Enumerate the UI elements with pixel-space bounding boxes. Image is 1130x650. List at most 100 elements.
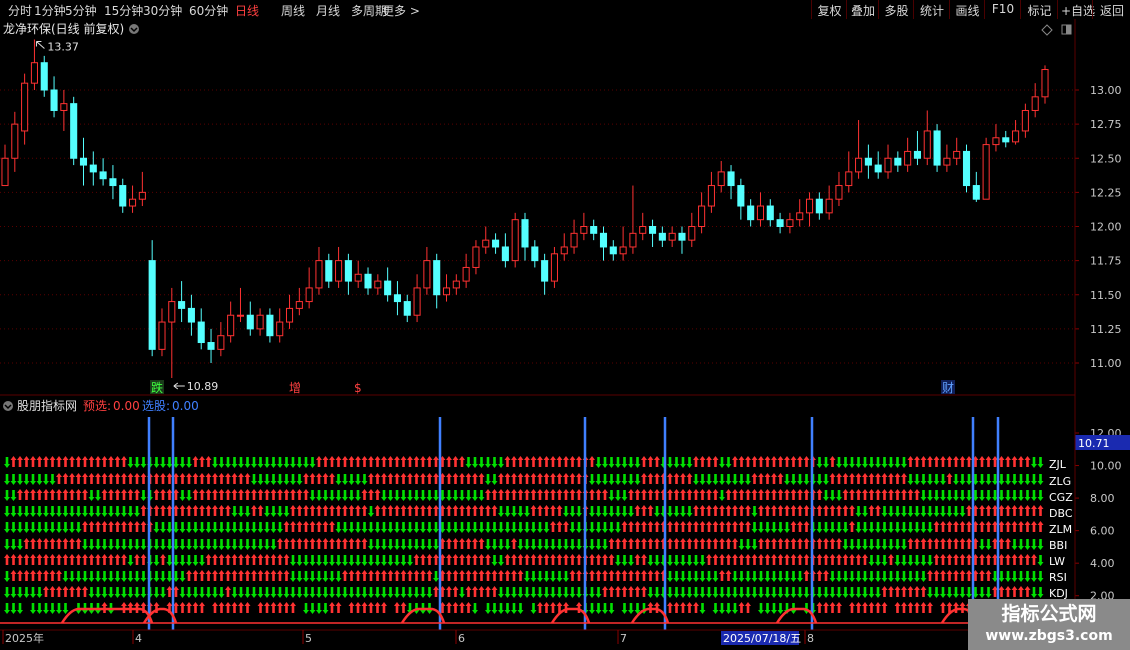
candle-body[interactable]: [384, 280, 392, 296]
candle-body[interactable]: [393, 294, 401, 303]
candle-body[interactable]: [972, 185, 980, 200]
candle-body[interactable]: [541, 260, 549, 282]
candle-body[interactable]: [835, 185, 843, 200]
candle-body[interactable]: [50, 89, 58, 111]
period-tab-8[interactable]: 月线: [316, 2, 340, 19]
candle-body[interactable]: [344, 260, 352, 282]
toolbar-action-0[interactable]: 复权: [815, 2, 844, 19]
candle-body[interactable]: [354, 273, 362, 282]
candle-body[interactable]: [776, 219, 784, 228]
candle-body[interactable]: [590, 226, 598, 234]
candle-body[interactable]: [580, 226, 588, 234]
candle-body[interactable]: [364, 273, 372, 289]
candle-body[interactable]: [119, 185, 127, 207]
candle-body[interactable]: [1041, 69, 1049, 98]
candle-body[interactable]: [845, 171, 853, 187]
candle-body[interactable]: [599, 232, 608, 248]
event-marker[interactable]: $: [354, 381, 362, 395]
candle-body[interactable]: [884, 157, 892, 173]
toolbar-action-1[interactable]: 叠加: [850, 2, 876, 19]
candle-body[interactable]: [325, 260, 333, 282]
candle-body[interactable]: [40, 62, 48, 91]
toolbar-action-5[interactable]: F10: [988, 2, 1018, 16]
candle-body[interactable]: [442, 287, 451, 296]
candle-body[interactable]: [89, 164, 97, 173]
candle-body[interactable]: [295, 301, 303, 309]
candle-body[interactable]: [668, 232, 676, 241]
candle-body[interactable]: [158, 321, 166, 350]
candle-body[interactable]: [335, 260, 343, 282]
candle-body[interactable]: [403, 301, 411, 316]
candle-body[interactable]: [982, 144, 990, 200]
candle-body[interactable]: [433, 260, 441, 296]
candle-body[interactable]: [30, 62, 38, 84]
candle-body[interactable]: [805, 198, 814, 214]
candle-body[interactable]: [21, 82, 29, 132]
candle-body[interactable]: [962, 150, 971, 187]
candle-body[interactable]: [138, 191, 146, 200]
period-tab-5[interactable]: 60分钟: [189, 2, 228, 19]
candle-body[interactable]: [786, 219, 794, 228]
period-tab-3[interactable]: 15分钟: [104, 2, 143, 19]
candle-body[interactable]: [639, 226, 647, 234]
candle-body[interactable]: [217, 335, 225, 350]
candle-body[interactable]: [1012, 130, 1020, 143]
candle-body[interactable]: [698, 205, 706, 227]
candle-body[interactable]: [678, 232, 686, 241]
toolbar-action-3[interactable]: 统计: [917, 2, 947, 19]
period-tab-7[interactable]: 周线: [281, 2, 305, 19]
toolbar-action-8[interactable]: 返回: [1096, 2, 1128, 19]
candle-body[interactable]: [462, 266, 470, 282]
candle-body[interactable]: [521, 219, 529, 248]
candle-body[interactable]: [99, 171, 107, 180]
candle-body[interactable]: [570, 232, 578, 248]
period-tab-10[interactable]: 更多 >: [382, 2, 420, 19]
toolbar-action-4[interactable]: 画线: [953, 2, 982, 19]
candle-body[interactable]: [79, 157, 88, 166]
candle-body[interactable]: [943, 157, 951, 166]
candle-body[interactable]: [904, 150, 912, 166]
candle-body[interactable]: [501, 246, 509, 262]
candle-body[interactable]: [717, 171, 725, 187]
candle-body[interactable]: [197, 321, 205, 344]
candle-body[interactable]: [953, 150, 961, 159]
period-tab-4[interactable]: 30分钟: [143, 2, 182, 19]
candle-body[interactable]: [756, 205, 765, 221]
candle-body[interactable]: [796, 212, 804, 221]
candle-body[interactable]: [315, 260, 323, 289]
candle-body[interactable]: [815, 198, 823, 214]
candle-body[interactable]: [894, 157, 902, 166]
event-marker[interactable]: 跌: [151, 380, 163, 395]
event-marker[interactable]: 财: [942, 381, 954, 395]
candle-body[interactable]: [187, 307, 195, 323]
candle-body[interactable]: [129, 198, 137, 207]
candle-body[interactable]: [1002, 137, 1010, 143]
candle-body[interactable]: [649, 226, 657, 234]
candle-body[interactable]: [727, 171, 735, 187]
candle-body[interactable]: [276, 321, 284, 337]
candle-body[interactable]: [236, 314, 245, 317]
candle-body[interactable]: [60, 103, 68, 111]
candle-body[interactable]: [423, 260, 431, 289]
candle-body[interactable]: [629, 232, 637, 248]
period-tab-6[interactable]: 日线: [235, 2, 259, 19]
candle-body[interactable]: [472, 246, 480, 268]
candle-body[interactable]: [933, 130, 941, 166]
toolbar-action-7[interactable]: +自选: [1061, 2, 1095, 19]
candle-body[interactable]: [256, 314, 264, 330]
candle-body[interactable]: [658, 232, 666, 241]
period-tab-2[interactable]: 5分钟: [65, 2, 97, 19]
candle-body[interactable]: [1021, 109, 1029, 132]
candle-body[interactable]: [178, 301, 186, 309]
candle-body[interactable]: [109, 178, 117, 187]
candle-body[interactable]: [482, 239, 490, 248]
event-marker[interactable]: 增: [289, 381, 301, 395]
period-tab-0[interactable]: 分时: [8, 2, 32, 19]
candle-body[interactable]: [207, 342, 215, 350]
candle-body[interactable]: [305, 287, 313, 303]
candle-body[interactable]: [747, 205, 755, 221]
toolbar-action-2[interactable]: 多股: [882, 2, 911, 19]
candle-body[interactable]: [619, 246, 627, 255]
candle-body[interactable]: [560, 246, 568, 255]
candle-body[interactable]: [148, 260, 156, 350]
